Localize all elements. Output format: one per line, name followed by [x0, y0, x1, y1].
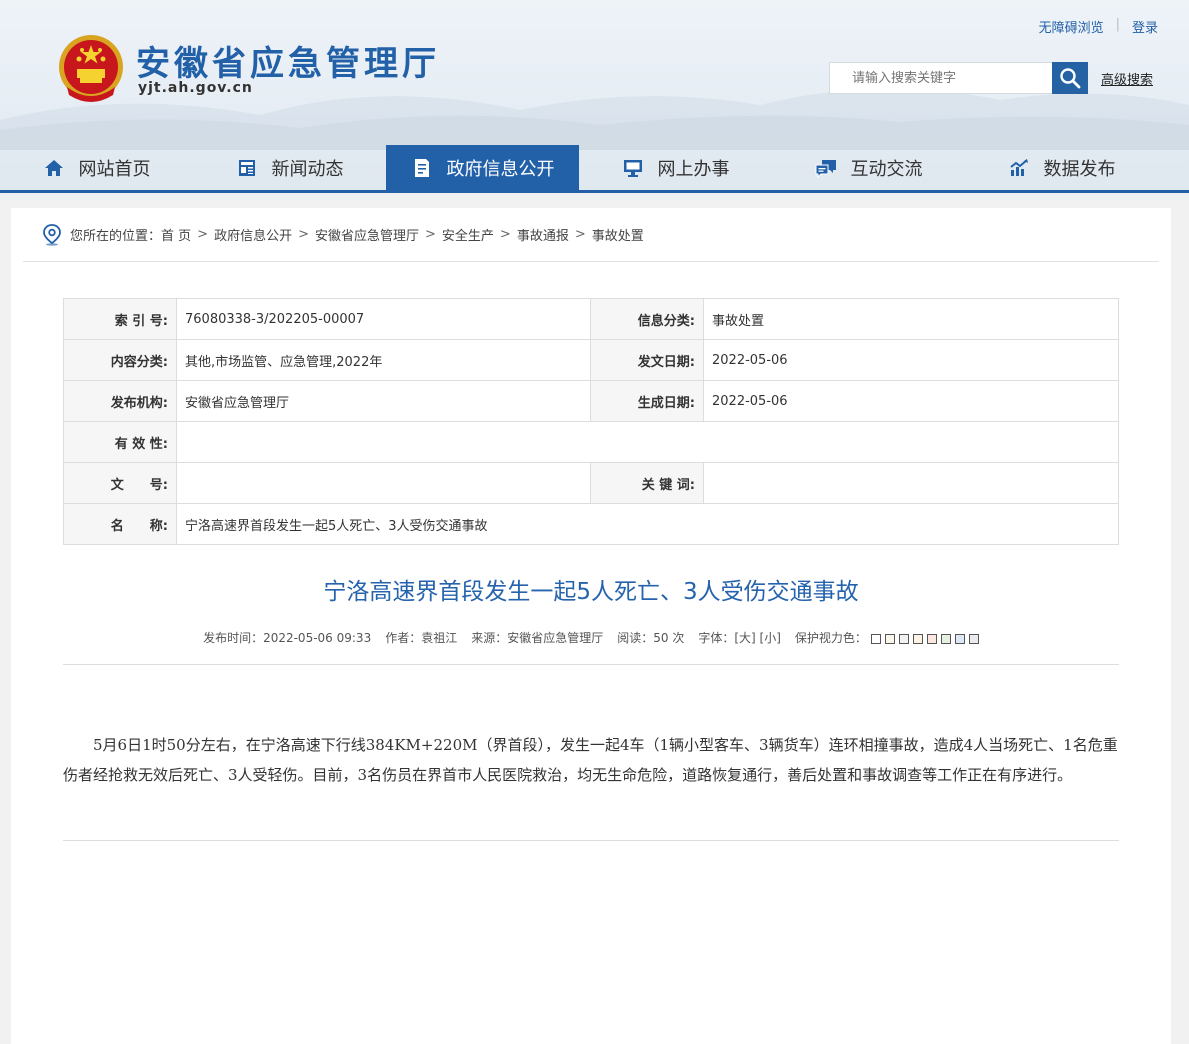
table-row: 文 号: 关 键 词: — [63, 462, 1119, 504]
nav-item-gov-info[interactable]: 政府信息公开 — [386, 145, 579, 191]
table-row: 内容分类: 其他,市场监管、应急管理,2022年 发文日期: 2022-05-0… — [63, 339, 1119, 381]
nav-underline — [0, 190, 1189, 193]
nav-item-home[interactable]: 网站首页 — [0, 145, 193, 191]
chart-icon — [1008, 157, 1030, 179]
index-label: 索 引 号: — [63, 298, 177, 340]
org-value: 安徽省应急管理厅 — [176, 380, 591, 422]
document-icon — [411, 157, 433, 179]
doc-number-label: 文 号: — [63, 462, 177, 504]
table-row: 有 效 性: — [63, 421, 1119, 463]
breadcrumb-separator: > — [499, 227, 511, 242]
accessible-browse-link[interactable]: 无障碍浏览 — [1039, 17, 1104, 36]
breadcrumb-separator: > — [197, 227, 209, 242]
category-label: 信息分类: — [590, 298, 704, 340]
index-value: 76080338-3/202205-00007 — [176, 298, 591, 340]
breadcrumb-separator: > — [425, 227, 436, 242]
search-icon — [1060, 68, 1081, 89]
breadcrumb-department[interactable]: 安徽省应急管理厅 — [315, 225, 419, 244]
nav-item-interaction[interactable]: 互动交流 — [772, 145, 965, 191]
chat-icon — [815, 157, 837, 179]
eye-care-swatch[interactable] — [898, 633, 909, 644]
home-icon — [43, 157, 65, 179]
eye-care-swatch[interactable] — [968, 633, 979, 644]
site-domain: yjt.ah.gov.cn — [138, 80, 253, 96]
gen-date-label: 生成日期: — [590, 380, 704, 422]
eye-care-swatch[interactable] — [954, 633, 965, 644]
article-info: 发布时间：2022-05-06 09:33 作者：袁祖江 来源：安徽省应急管理厅… — [11, 629, 1171, 646]
issue-date-value: 2022-05-06 — [703, 339, 1119, 381]
document-meta-table: 索 引 号: 76080338-3/202205-00007 信息分类: 事故处… — [63, 298, 1119, 545]
name-value: 宁洛高速界首段发生一起5人死亡、3人受伤交通事故 — [176, 503, 1119, 545]
content-category-value: 其他,市场监管、应急管理,2022年 — [176, 339, 591, 381]
keywords-label: 关 键 词: — [590, 462, 704, 504]
breadcrumb-accident-report[interactable]: 事故通报 — [517, 225, 569, 244]
nav-item-label: 网站首页 — [78, 159, 151, 180]
search-button[interactable] — [1052, 62, 1088, 94]
top-links: 无障碍浏览 | 登录 — [1039, 17, 1158, 36]
nav-item-label: 数据发布 — [1043, 159, 1116, 180]
table-row: 索 引 号: 76080338-3/202205-00007 信息分类: 事故处… — [63, 298, 1119, 340]
article-body: 5月6日1时50分左右，在宁洛高速下行线384KM+220M（界首段），发生一起… — [63, 736, 1118, 784]
breadcrumb-home[interactable]: 首 页 — [161, 225, 191, 244]
breadcrumb-safety[interactable]: 安全生产 — [442, 225, 494, 244]
table-row: 名 称: 宁洛高速界首段发生一起5人死亡、3人受伤交通事故 — [63, 503, 1119, 545]
read-count: 阅读：50 次 — [617, 631, 685, 645]
nav-item-label: 新闻动态 — [271, 159, 344, 180]
login-link[interactable]: 登录 — [1132, 17, 1158, 36]
breadcrumb-gov-info[interactable]: 政府信息公开 — [214, 225, 292, 244]
issue-date-label: 发文日期: — [590, 339, 704, 381]
publish-time: 发布时间：2022-05-06 09:33 — [203, 631, 372, 645]
nav-item-label: 网上办事 — [657, 159, 730, 180]
monitor-icon — [622, 157, 644, 179]
search-input[interactable] — [829, 62, 1053, 94]
nav-item-online-service[interactable]: 网上办事 — [579, 145, 772, 191]
nav-item-news[interactable]: 新闻动态 — [193, 145, 386, 191]
category-value: 事故处置 — [703, 298, 1119, 340]
font-size-control: 字体：[大] [小] — [698, 629, 781, 646]
national-emblem-icon — [59, 35, 123, 102]
nav-item-data-release[interactable]: 数据发布 — [965, 145, 1158, 191]
table-row: 发布机构: 安徽省应急管理厅 生成日期: 2022-05-06 — [63, 380, 1119, 422]
org-label: 发布机构: — [63, 380, 177, 422]
location-pin-icon — [42, 223, 62, 246]
breadcrumb-accident-handling[interactable]: 事故处置 — [592, 225, 644, 244]
content-panel: 您所在的位置： 首 页 > 政府信息公开 > 安徽省应急管理厅 > 安全生产 >… — [11, 208, 1171, 1044]
divider: | — [1115, 17, 1120, 32]
validity-value — [176, 421, 1119, 463]
eye-care-swatch[interactable] — [884, 633, 895, 644]
breadcrumb: 您所在的位置： 首 页 > 政府信息公开 > 安徽省应急管理厅 > 安全生产 >… — [23, 208, 1159, 262]
font-small-button[interactable]: [小] — [760, 631, 781, 645]
eye-care-swatch[interactable] — [912, 633, 923, 644]
article-title: 宁洛高速界首段发生一起5人死亡、3人受伤交通事故 — [323, 579, 859, 605]
eye-care-swatch[interactable] — [870, 633, 881, 644]
keywords-value — [703, 462, 1119, 504]
breadcrumb-separator: > — [298, 227, 309, 242]
eye-care-swatch[interactable] — [940, 633, 951, 644]
author: 作者：袁祖江 — [385, 631, 458, 645]
divider — [63, 840, 1119, 841]
gen-date-value: 2022-05-06 — [703, 380, 1119, 422]
source: 来源：安徽省应急管理厅 — [471, 631, 604, 645]
eye-care-swatch[interactable] — [926, 633, 937, 644]
advanced-search-link[interactable]: 高级搜索 — [1101, 69, 1153, 88]
divider — [63, 664, 1119, 665]
nav-item-label: 互动交流 — [850, 159, 923, 180]
eye-care-label: 保护视力色： — [794, 631, 867, 645]
font-large-button[interactable]: [大] — [734, 631, 755, 645]
name-label: 名 称: — [63, 503, 177, 545]
search-box — [829, 62, 1088, 94]
main-nav: 网站首页 新闻动态 政府信息公开 网上办事 互动交流 数据发布 — [0, 145, 1189, 191]
eye-care-swatches — [870, 633, 979, 644]
font-size-label: 字体： — [698, 631, 735, 645]
breadcrumb-prefix: 您所在的位置： — [70, 229, 162, 244]
eye-care-control: 保护视力色： — [795, 629, 979, 646]
validity-label: 有 效 性: — [63, 421, 177, 463]
breadcrumb-separator: > — [574, 227, 586, 242]
content-category-label: 内容分类: — [63, 339, 177, 381]
site-title: 安徽省应急管理厅 — [136, 44, 440, 84]
doc-number-value — [176, 462, 591, 504]
news-icon — [236, 157, 258, 179]
nav-item-label: 政府信息公开 — [446, 159, 555, 180]
site-header: 安徽省应急管理厅 yjt.ah.gov.cn 无障碍浏览 | 登录 高级搜索 网… — [0, 0, 1189, 193]
